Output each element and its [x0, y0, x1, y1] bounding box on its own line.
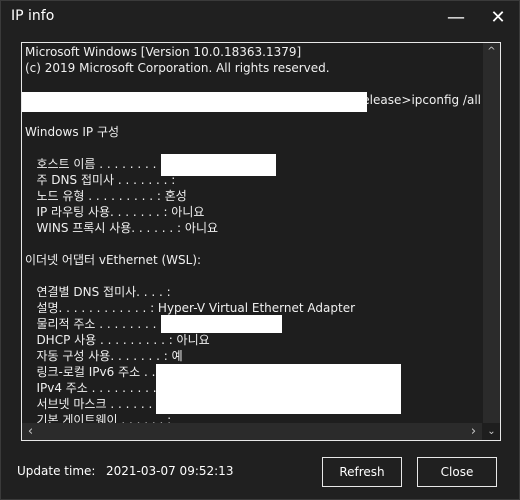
console-line: 자동 구성 사용. . . . . . . : 예: [25, 349, 183, 363]
console-line: 이더넷 어댑터 vEthernet (WSL):: [25, 253, 202, 267]
console-line: Windows IP 구성: [25, 125, 120, 139]
horizontal-scrollbar[interactable]: ‹ ›: [22, 423, 482, 440]
scroll-right-icon[interactable]: ›: [465, 423, 482, 440]
scroll-down-icon[interactable]: ⌄: [483, 423, 500, 440]
scrollbar-corner: ⌄: [483, 423, 500, 440]
close-window-button[interactable]: ✕: [475, 1, 520, 34]
scroll-up-icon[interactable]: ^: [483, 43, 500, 60]
window-title: IP info: [11, 8, 55, 24]
ipconfig-output-textbox[interactable]: Microsoft Windows [Version 10.0.18363.13…: [21, 42, 501, 441]
redacted-path: [22, 92, 367, 112]
close-icon: ✕: [490, 7, 506, 28]
vertical-scrollbar[interactable]: ^: [483, 43, 500, 423]
minimize-icon: —: [447, 7, 465, 28]
redacted-hostname: [161, 154, 276, 176]
minimize-button[interactable]: —: [433, 1, 479, 34]
ip-info-window: IP info — ✕ Microsoft Windows [Version 1…: [0, 0, 520, 500]
scroll-left-icon[interactable]: ‹: [22, 423, 39, 440]
console-line: (c) 2019 Microsoft Corporation. All righ…: [25, 61, 330, 75]
console-line: DHCP 사용 . . . . . . . . . : 아니요: [25, 333, 210, 347]
update-time-value: 2021-03-07 09:52:13: [106, 464, 234, 478]
refresh-button[interactable]: Refresh: [322, 457, 402, 487]
console-line: 노드 유형 . . . . . . . . . : 혼성: [25, 189, 187, 203]
console-line: Microsoft Windows [Version 10.0.18363.13…: [25, 45, 302, 59]
redacted-ip-addresses: [156, 364, 401, 414]
console-line: 설명. . . . . . . . . . . . : Hyper-V Virt…: [25, 301, 356, 315]
redacted-mac-address: [161, 315, 282, 333]
console-line: IP 라우팅 사용. . . . . . . : 아니요: [25, 205, 205, 219]
close-button[interactable]: Close: [417, 457, 497, 487]
console-line: 연결별 DNS 접미사. . . . :: [25, 285, 171, 299]
update-time-label: Update time:: [17, 464, 96, 478]
console-line: WINS 프록시 사용. . . . . . : 아니요: [25, 221, 219, 235]
